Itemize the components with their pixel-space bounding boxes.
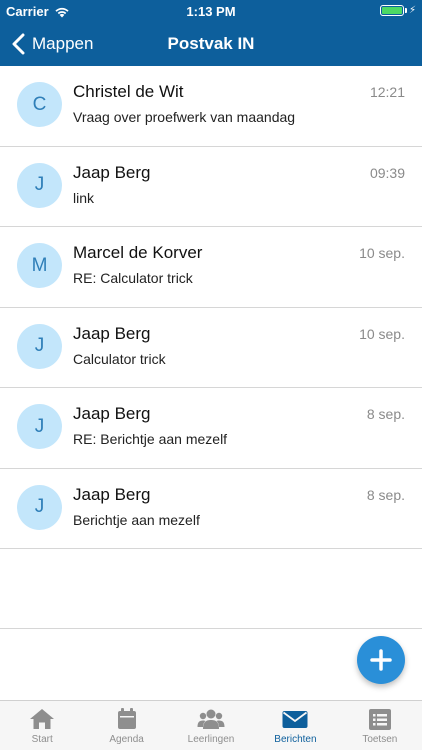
battery-fill <box>381 7 402 14</box>
message-time: 10 sep. <box>359 245 405 261</box>
message-subject: link <box>73 189 95 206</box>
tab-label: Toetsen <box>362 734 398 745</box>
people-icon <box>197 709 225 729</box>
message-time: 8 sep. <box>366 406 405 422</box>
message-time: 12:21 <box>369 84 405 100</box>
avatar: J <box>17 404 62 449</box>
message-sender: Jaap Berg <box>73 162 151 182</box>
avatar: J <box>17 323 62 369</box>
list-divider <box>0 628 422 629</box>
message-sender: Jaap Berg <box>73 484 151 504</box>
tab-berichten[interactable]: Berichten <box>253 701 337 750</box>
message-subject: RE: Calculator trick <box>73 270 193 286</box>
tab-agenda[interactable]: Agenda <box>84 701 168 750</box>
message-time: 09:39 <box>369 164 405 181</box>
tab-label: Start <box>31 734 53 745</box>
tab-label: Agenda <box>109 734 144 745</box>
status-time: 1:13 PM <box>186 4 236 19</box>
message-row[interactable]: J Jaap Berg Berichtje aan mezelf 8 sep. <box>0 469 422 549</box>
avatar: J <box>17 484 62 530</box>
avatar: M <box>17 243 62 288</box>
calendar-icon <box>117 708 136 729</box>
avatar: C <box>17 82 62 127</box>
message-row[interactable]: J Jaap Berg RE: Berichtje aan mezelf 8 sep. <box>0 388 422 469</box>
message-sender: Jaap Berg <box>73 404 151 423</box>
message-subject: Calculator trick <box>73 350 166 367</box>
tab-toetsen[interactable]: Toetsen <box>338 701 422 750</box>
message-subject: Vraag over proefwerk van maandag <box>73 109 296 125</box>
message-row[interactable]: J Jaap Berg link 09:39 <box>0 147 422 227</box>
message-list: C Christel de Wit Vraag over proefwerk van… <box>0 66 422 549</box>
battery-icon <box>379 5 404 16</box>
envelope-icon <box>282 711 308 728</box>
message-time: 10 sep. <box>359 325 405 342</box>
battery-indicator: ⚡ <box>379 5 416 16</box>
page-title: Postvak IN <box>167 34 255 53</box>
message-row[interactable]: M Marcel de Korver RE: Calculator trick 10 … <box>0 227 422 308</box>
avatar: J <box>17 162 62 208</box>
message-row[interactable]: C Christel de Wit Vraag over proefwerk van… <box>0 66 422 147</box>
charging-bolt-icon: ⚡ <box>408 5 416 16</box>
tab-start[interactable]: Start <box>0 701 84 750</box>
message-subject: RE: Berichtje aan mezelf <box>73 431 228 447</box>
tab-label: Berichten <box>274 734 317 745</box>
home-icon <box>30 709 55 729</box>
plus-icon <box>370 649 392 671</box>
message-sender: Marcel de Korver <box>73 243 203 262</box>
battery-tip <box>404 8 407 13</box>
tab-leerlingen[interactable]: Leerlingen <box>169 701 253 750</box>
message-subject: Berichtje aan mezelf <box>73 511 200 528</box>
app-header: Carrier 1:13 PM ⚡ Mappen Postvak IN <box>0 0 422 66</box>
tab-bar: Start Agenda Leerlingen Berichten Toetsen <box>0 700 422 750</box>
message-time: 8 sep. <box>366 486 405 503</box>
tab-label: Leerlingen <box>187 734 235 745</box>
message-sender: Christel de Wit <box>73 82 184 101</box>
list-icon <box>368 709 391 730</box>
compose-button[interactable] <box>357 636 405 684</box>
status-bar: Carrier 1:13 PM ⚡ <box>0 0 422 22</box>
message-sender: Jaap Berg <box>73 323 151 343</box>
message-row[interactable]: J Jaap Berg Calculator trick 10 sep. <box>0 308 422 388</box>
